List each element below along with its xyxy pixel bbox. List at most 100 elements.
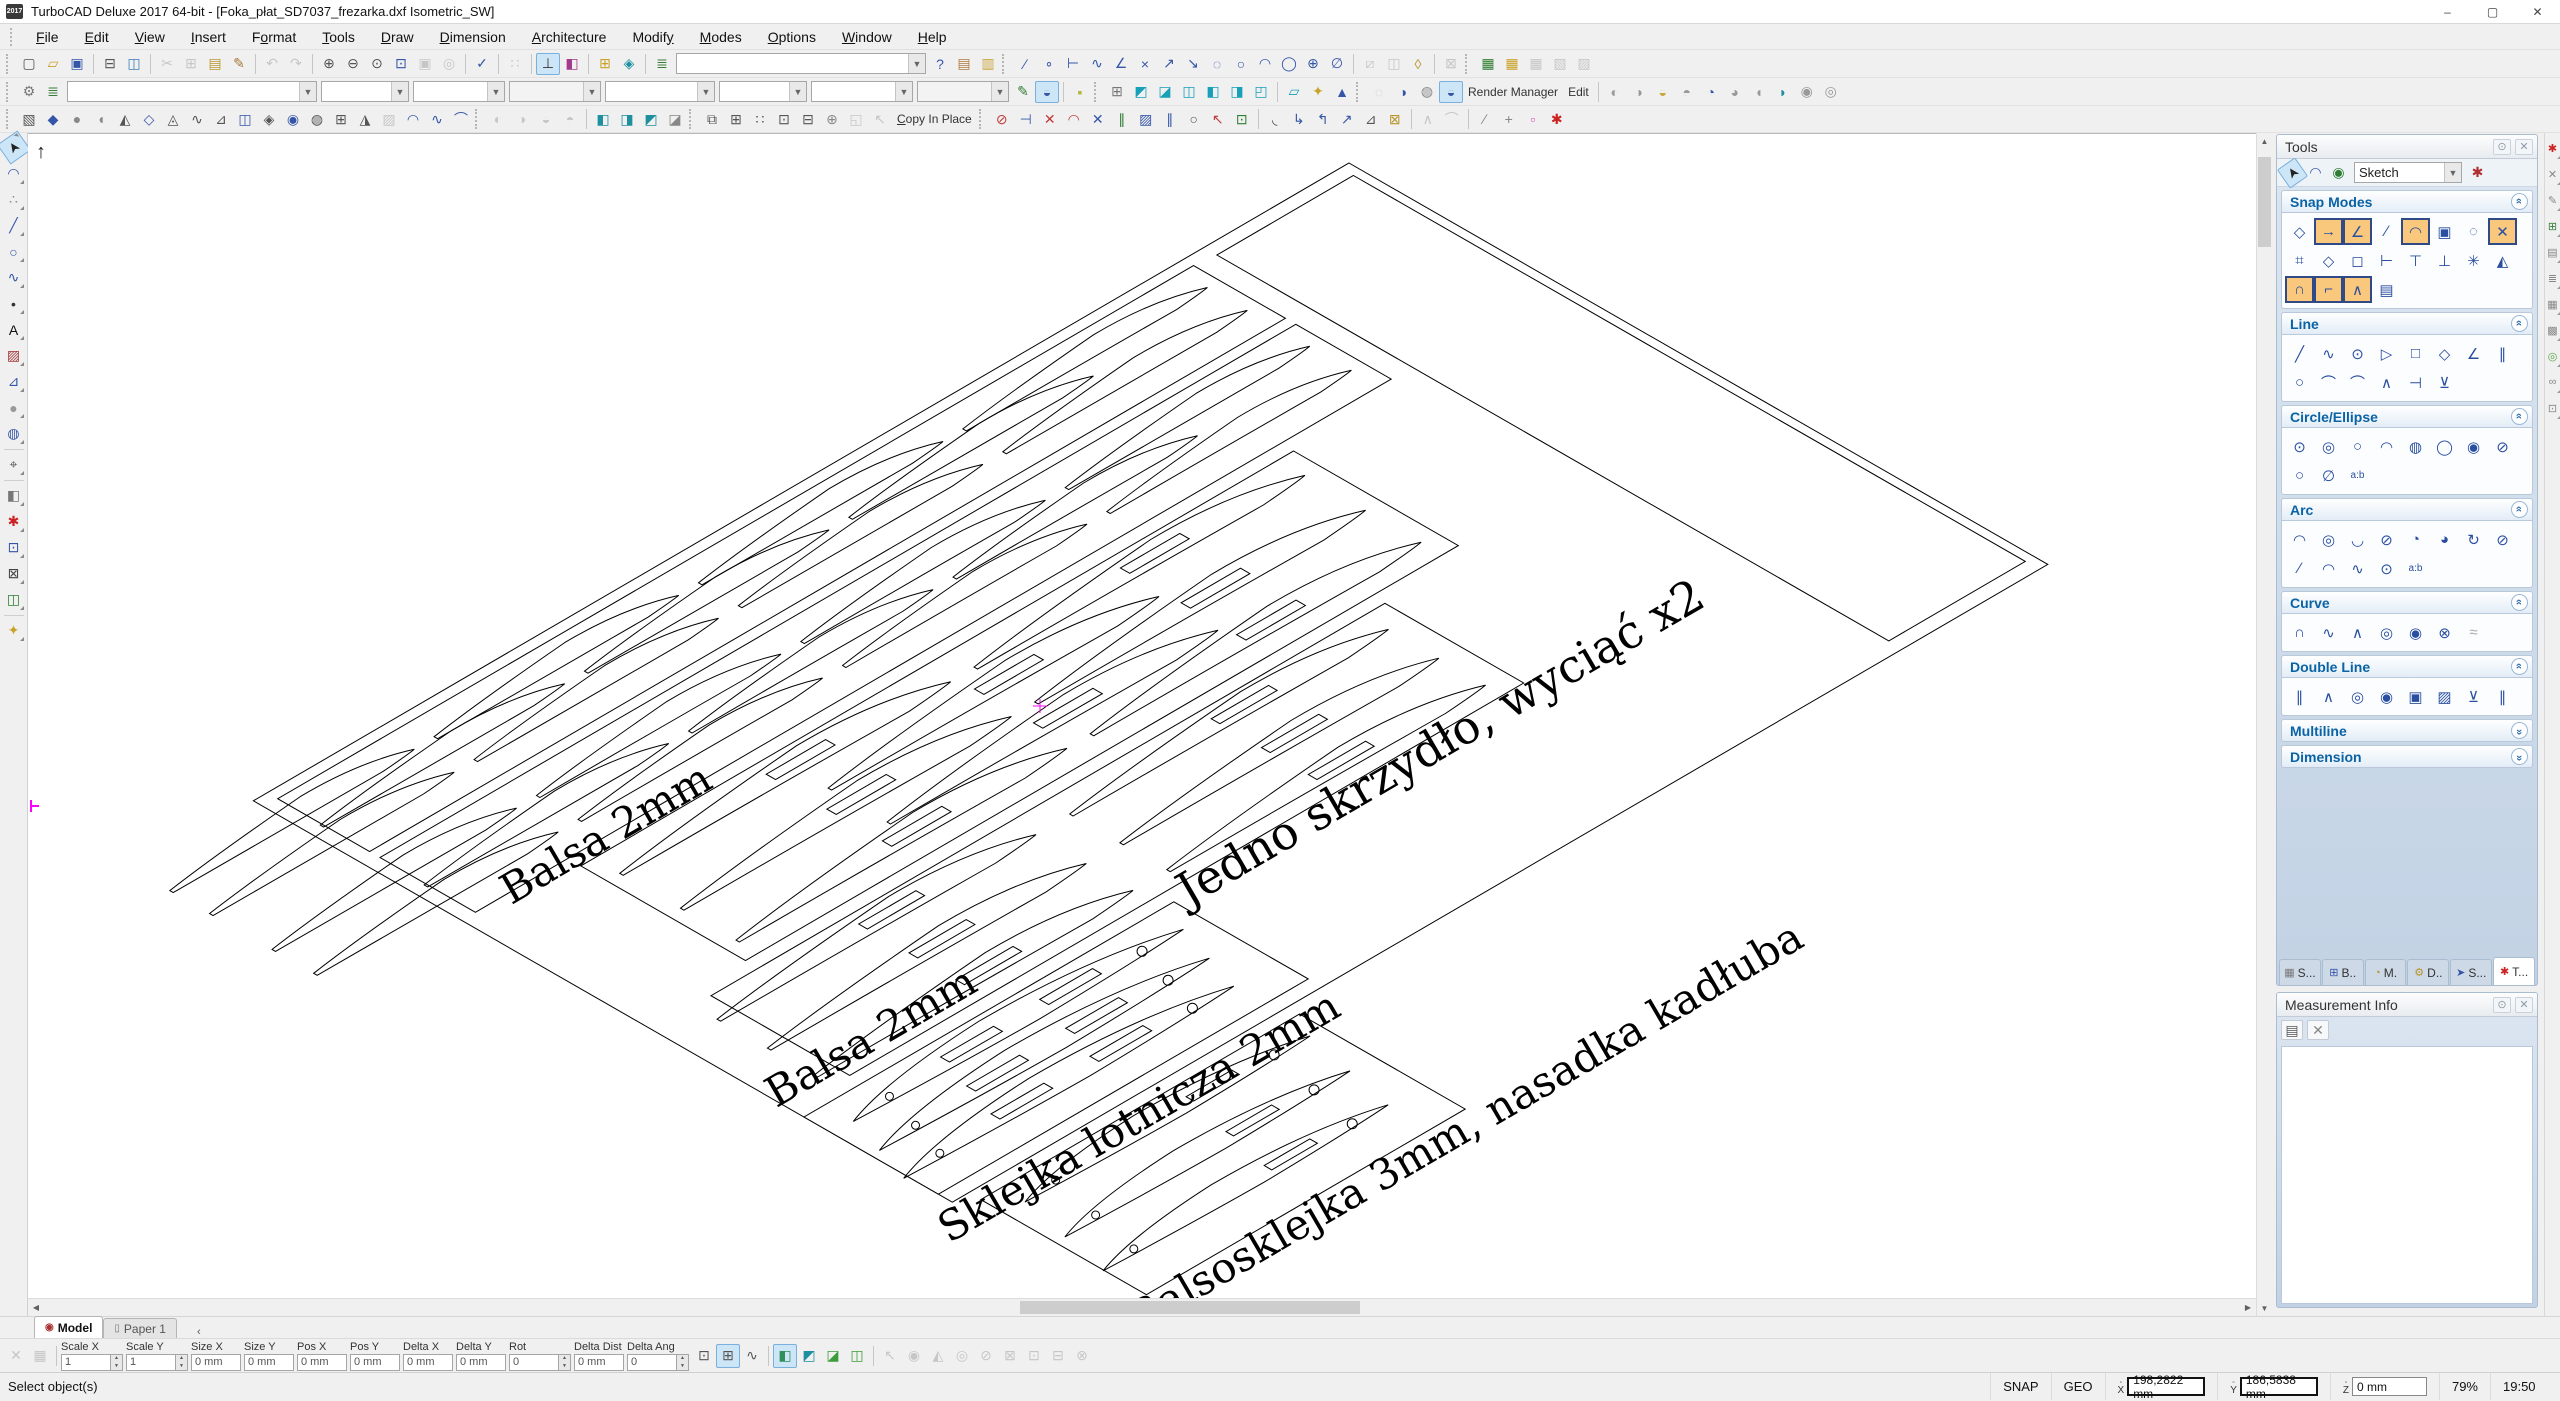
render-current-icon[interactable]: ◒ bbox=[1035, 81, 1059, 103]
camera-icon[interactable]: ▲ bbox=[1330, 81, 1354, 103]
arc-rotated-icon[interactable]: ↻ bbox=[2459, 526, 2488, 553]
view-top-icon[interactable]: ◨ bbox=[1225, 81, 1249, 103]
surface-icon[interactable]: ◮ bbox=[353, 108, 377, 130]
parallel-icon[interactable]: ∥ bbox=[1110, 108, 1134, 130]
palette-tab-5[interactable]: ✱T... bbox=[2493, 957, 2535, 985]
snap-quadrant-icon[interactable]: ↗ bbox=[1157, 53, 1181, 75]
expand-icon[interactable]: » bbox=[2511, 748, 2528, 765]
solid-sphere-icon[interactable]: ● bbox=[65, 108, 89, 130]
select-tool-icon[interactable]: ➤ bbox=[0, 131, 31, 165]
taper-icon[interactable]: ⊿ bbox=[1359, 108, 1383, 130]
view-front-icon[interactable]: ◰ bbox=[1249, 81, 1273, 103]
slope-icon[interactable]: ↗ bbox=[1335, 108, 1359, 130]
snap-intersection-icon[interactable]: ✕ bbox=[2488, 218, 2517, 245]
solid-rotate-icon[interactable]: ◆ bbox=[41, 108, 65, 130]
delta-ang-spinner[interactable]: ▲▼ bbox=[677, 1354, 689, 1371]
subtract-2d-icon[interactable]: ◨ bbox=[615, 108, 639, 130]
snap-point-icon[interactable]: ∘ bbox=[1037, 53, 1061, 75]
snap-angle-icon[interactable]: ∧ bbox=[2343, 276, 2372, 303]
solid-box-icon[interactable]: ▧ bbox=[17, 108, 41, 130]
measure-plus-icon[interactable]: + bbox=[1497, 108, 1521, 130]
scroll-left-arrow[interactable]: ◀ bbox=[28, 1299, 44, 1316]
style-combo[interactable]: ▼ bbox=[676, 53, 926, 74]
trim-icon[interactable]: ⊘ bbox=[990, 108, 1014, 130]
table-tool-icon[interactable]: ▦ bbox=[2545, 293, 2560, 315]
snap-arc-center-icon[interactable]: ◠ bbox=[2401, 218, 2430, 245]
z-coordinate-field[interactable]: 0 mm bbox=[2352, 1377, 2427, 1396]
snap-toggle[interactable]: SNAP bbox=[1990, 1373, 2050, 1400]
chevron-down-icon[interactable]: ▼ bbox=[895, 82, 912, 101]
pin-icon[interactable]: ⊙ bbox=[2493, 997, 2511, 1013]
slice-2d-icon[interactable]: ◪ bbox=[663, 108, 687, 130]
palette-close-icon[interactable]: ✕ bbox=[2515, 139, 2533, 155]
snap-vertex-icon[interactable]: ∠ bbox=[2343, 218, 2372, 245]
section-header[interactable]: Circle/Ellipse» bbox=[2281, 405, 2533, 428]
snap-ellipse-icon[interactable]: ◯ bbox=[1277, 53, 1301, 75]
snap-none-icon[interactable]: ∅ bbox=[1325, 53, 1349, 75]
chevron-down-icon[interactable]: ▼ bbox=[991, 82, 1008, 101]
circle-edit-icon[interactable]: ○ bbox=[1182, 108, 1206, 130]
snap-tangent-icon[interactable]: ↘ bbox=[1181, 53, 1205, 75]
collapse-icon[interactable]: » bbox=[2511, 193, 2528, 210]
solid-cone-icon[interactable]: ◭ bbox=[113, 108, 137, 130]
curve-spiral-icon[interactable]: ◎ bbox=[2372, 619, 2401, 646]
snap-ortho-icon[interactable]: ⌐ bbox=[2314, 276, 2343, 303]
curve-spline-icon[interactable]: ∿ bbox=[2314, 619, 2343, 646]
chamfer-1-icon[interactable]: ↳ bbox=[1287, 108, 1311, 130]
circle-2point-icon[interactable]: ○ bbox=[2343, 433, 2372, 460]
eb-box-select-icon[interactable]: ⊞ bbox=[716, 1344, 740, 1368]
solid-pyramid-icon[interactable]: ◬ bbox=[161, 108, 185, 130]
section-header[interactable]: Curve» bbox=[2281, 591, 2533, 614]
arc-3point-icon[interactable]: ◠ bbox=[2314, 555, 2343, 582]
line-tangent-2-icon[interactable]: ⌒ bbox=[2343, 369, 2372, 396]
scroll-right-arrow[interactable]: ▶ bbox=[2240, 1299, 2256, 1316]
minfo-close-icon[interactable]: ✕ bbox=[2307, 1020, 2329, 1040]
collapse-icon[interactable]: » bbox=[2511, 501, 2528, 518]
line-circle-icon[interactable]: ⊙ bbox=[2343, 340, 2372, 367]
snap-center-icon[interactable]: ◌ bbox=[1205, 53, 1229, 75]
horizontal-scrollbar[interactable]: ◀ ▶ bbox=[28, 1298, 2256, 1316]
address-book-icon[interactable]: ▤ bbox=[952, 53, 976, 75]
curve-helix-icon[interactable]: ◉ bbox=[2401, 619, 2430, 646]
snap-plane-icon[interactable]: ◭ bbox=[2488, 247, 2517, 274]
circle-tan-point-icon[interactable]: ◯ bbox=[2430, 433, 2459, 460]
menu-view[interactable]: View bbox=[122, 26, 178, 48]
eb-curve-select-icon[interactable]: ∿ bbox=[740, 1344, 764, 1368]
shell-icon[interactable]: ⊠ bbox=[1383, 108, 1407, 130]
arc-center-icon[interactable]: ◠ bbox=[2285, 526, 2314, 553]
geo-toggle[interactable]: GEO bbox=[2051, 1373, 2105, 1400]
chevron-down-icon[interactable]: ▼ bbox=[697, 82, 714, 101]
sweep-icon[interactable]: ◉ bbox=[281, 108, 305, 130]
zoom-selection-icon[interactable]: ⊙ bbox=[365, 53, 389, 75]
rot-input[interactable] bbox=[509, 1354, 559, 1371]
vertical-scroll-thumb[interactable] bbox=[2258, 157, 2271, 247]
copy-radial-icon[interactable]: ∷ bbox=[748, 108, 772, 130]
t-meet-icon[interactable]: ✕ bbox=[1038, 108, 1062, 130]
material-tool-icon[interactable]: ✱ bbox=[2, 509, 26, 534]
ellipse-ratio-icon[interactable]: a:b bbox=[2343, 462, 2372, 489]
sphere-tool-icon[interactable]: ● bbox=[2, 395, 26, 420]
vertical-scrollbar[interactable]: ▲ ▼ bbox=[2256, 133, 2272, 1316]
pen-edit-icon[interactable]: ✎ bbox=[1011, 81, 1035, 103]
line-polygon-icon[interactable]: ▷ bbox=[2372, 340, 2401, 367]
palette-close-icon[interactable]: ✕ bbox=[2515, 997, 2533, 1013]
menu-architecture[interactable]: Architecture bbox=[519, 26, 620, 48]
palette-tab-0[interactable]: ▦S... bbox=[2279, 959, 2321, 985]
size-x-input[interactable] bbox=[191, 1354, 241, 1371]
render-manager-button[interactable]: Render Manager bbox=[1463, 83, 1563, 101]
menu-modify[interactable]: Modify bbox=[619, 26, 686, 48]
chamfer-2-icon[interactable]: ↰ bbox=[1311, 108, 1335, 130]
sheet-tab-model[interactable]: ◉Model bbox=[34, 1316, 103, 1338]
menu-modes[interactable]: Modes bbox=[687, 26, 755, 48]
circle-3point-icon[interactable]: ◠ bbox=[2372, 433, 2401, 460]
dimension-3d-tool-icon[interactable]: ⊿ bbox=[2, 369, 26, 394]
box-edit-icon[interactable]: ⊡ bbox=[1230, 108, 1254, 130]
tab-scroll-left-button[interactable]: ‹ bbox=[191, 1326, 207, 1338]
line-bisector-icon[interactable]: ∧ bbox=[2372, 369, 2401, 396]
section-header[interactable]: Multiline» bbox=[2281, 719, 2533, 742]
line-tangent-circle-icon[interactable]: ○ bbox=[2285, 369, 2314, 396]
color-combo[interactable]: ▼ bbox=[321, 81, 409, 102]
ortho-mode-icon[interactable]: ⊥ bbox=[536, 53, 560, 75]
section-header[interactable]: Line» bbox=[2281, 312, 2533, 335]
light-1-icon[interactable]: ◐ bbox=[1603, 81, 1627, 103]
